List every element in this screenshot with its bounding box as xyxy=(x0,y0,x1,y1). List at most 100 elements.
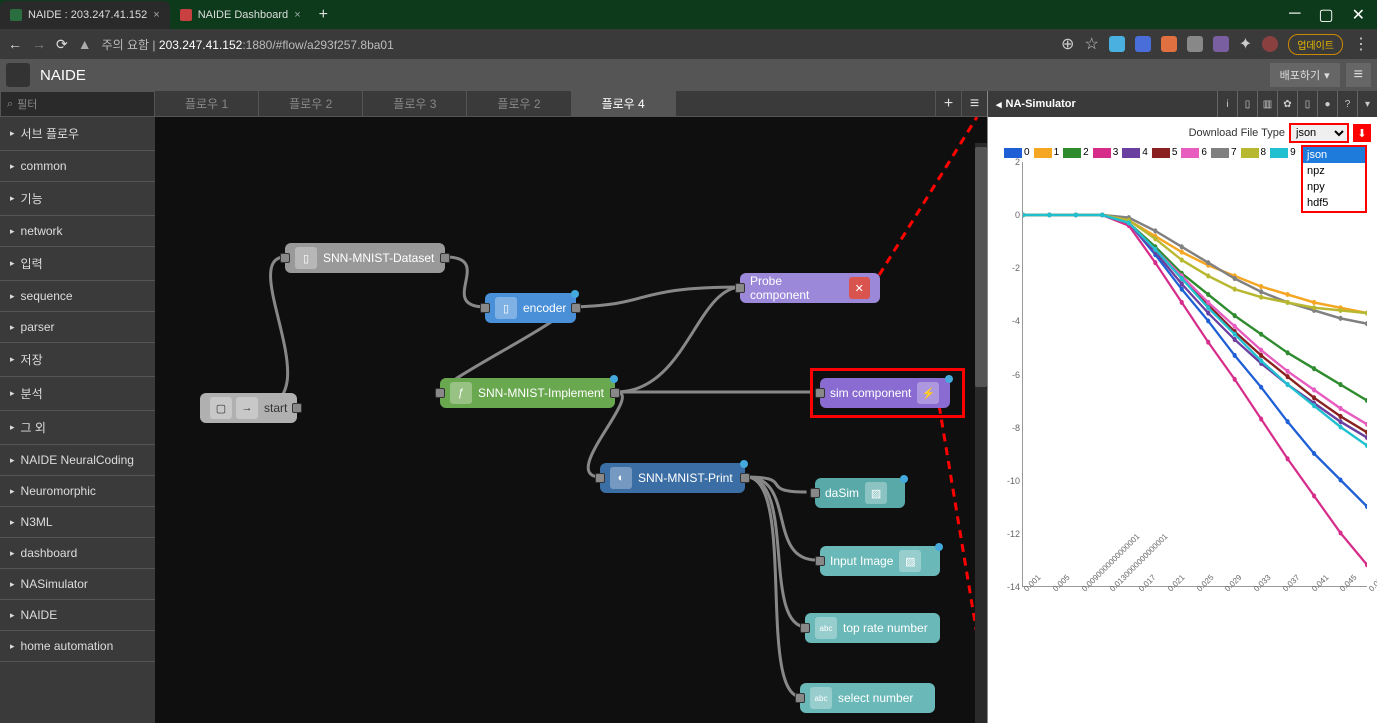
favicon xyxy=(10,9,22,21)
gear-button[interactable]: ✿ xyxy=(1277,91,1297,117)
palette-item-7[interactable]: ▸저장 xyxy=(0,343,155,377)
legend-item-3[interactable]: 3 xyxy=(1093,147,1119,158)
palette-item-12[interactable]: ▸N3ML xyxy=(0,507,155,538)
palette-item-15[interactable]: ▸NAIDE xyxy=(0,600,155,631)
palette-item-0[interactable]: ▸서브 플로우 xyxy=(0,117,155,151)
flow-tab-0[interactable]: 플로우 1 xyxy=(155,91,259,116)
reload-button[interactable]: ⟳ xyxy=(56,36,68,53)
legend-item-2[interactable]: 2 xyxy=(1063,147,1089,158)
chevron-icon[interactable]: ◂ xyxy=(996,98,1002,111)
node-print[interactable]: ◐ SNN-MNIST-Print xyxy=(600,463,745,493)
chevron-right-icon: ▸ xyxy=(10,422,15,433)
palette-item-9[interactable]: ▸그 외 xyxy=(0,411,155,445)
node-input-image[interactable]: Input Image ▨ xyxy=(820,546,940,576)
legend-item-6[interactable]: 6 xyxy=(1181,147,1207,158)
legend-item-7[interactable]: 7 xyxy=(1211,147,1237,158)
palette-item-4[interactable]: ▸입력 xyxy=(0,247,155,281)
add-flow-button[interactable]: + xyxy=(935,91,961,116)
flow-workspace[interactable]: 플로우 1플로우 2플로우 3플로우 2플로우 4 + ≡ xyxy=(155,91,987,723)
palette-item-13[interactable]: ▸dashboard xyxy=(0,538,155,569)
ext-icon-2[interactable] xyxy=(1135,36,1151,52)
insecure-icon[interactable]: ▲ xyxy=(78,36,92,52)
maximize-icon[interactable]: ▢ xyxy=(1318,5,1333,25)
node-dataset[interactable]: ▯ SNN-MNIST-Dataset xyxy=(285,243,445,273)
update-button[interactable]: 업데이트 xyxy=(1288,34,1343,55)
ext-icon-1[interactable] xyxy=(1109,36,1125,52)
flow-tab-4[interactable]: 플로우 4 xyxy=(572,91,676,116)
profile-icon[interactable] xyxy=(1262,36,1278,52)
menu-button[interactable]: ≡ xyxy=(1346,63,1371,87)
canvas-scrollbar[interactable] xyxy=(975,143,987,723)
browser-tab-0[interactable]: NAIDE : 203.247.41.152 × xyxy=(0,1,170,29)
close-icon[interactable]: × xyxy=(153,9,159,21)
filter-input[interactable]: ⌕ 필터 xyxy=(0,91,155,117)
palette-item-10[interactable]: ▸NAIDE NeuralCoding xyxy=(0,445,155,476)
ext-icon-3[interactable] xyxy=(1161,36,1177,52)
node-probe[interactable]: Probe component ✕ xyxy=(740,273,880,303)
ext-icon-5[interactable] xyxy=(1213,36,1229,52)
browser-chrome: NAIDE : 203.247.41.152 × NAIDE Dashboard… xyxy=(0,0,1377,59)
legend-item-9[interactable]: 9 xyxy=(1270,147,1296,158)
right-panel-header: ◂ NA-Simulator i ▯ ▥ ✿ ▯ ● ? ▾ xyxy=(988,91,1377,117)
trash-button[interactable]: ▯ xyxy=(1297,91,1317,117)
node-start[interactable]: ▢ → start xyxy=(200,393,297,423)
forward-button[interactable]: → xyxy=(32,36,46,52)
palette-item-11[interactable]: ▸Neuromorphic xyxy=(0,476,155,507)
download-button[interactable]: ⬇ xyxy=(1353,124,1371,142)
flow-canvas[interactable]: ▢ → start ▯ SNN-MNIST-Dataset ▯ encoder … xyxy=(155,117,987,723)
star-icon[interactable]: ☆ xyxy=(1084,34,1098,54)
option-json[interactable]: json xyxy=(1303,147,1365,163)
right-panel-body: Download File Type json ⬇ json npz npy h… xyxy=(988,117,1377,723)
info-button[interactable]: i xyxy=(1217,91,1237,117)
close-icon[interactable]: × xyxy=(294,9,300,21)
deploy-button[interactable]: 배포하기 ▾ xyxy=(1270,63,1340,87)
node-select-number[interactable]: abc select number xyxy=(800,683,935,713)
flow-tab-3[interactable]: 플로우 2 xyxy=(467,91,571,116)
file-icon: ▯ xyxy=(495,297,517,319)
node-top-rate[interactable]: abc top rate number xyxy=(805,613,940,643)
menu-icon[interactable]: ⋮ xyxy=(1353,34,1369,54)
option-npy[interactable]: npy xyxy=(1303,179,1365,195)
extensions-icon[interactable]: ✦ xyxy=(1239,34,1252,54)
y-tick: -6 xyxy=(1012,370,1020,380)
node-dasim[interactable]: daSim ▨ xyxy=(815,478,905,508)
download-type-select[interactable]: json xyxy=(1289,123,1349,143)
close-icon[interactable]: ✕ xyxy=(1352,5,1365,25)
palette-item-14[interactable]: ▸NASimulator xyxy=(0,569,155,600)
legend-item-8[interactable]: 8 xyxy=(1241,147,1267,158)
question-button[interactable]: ? xyxy=(1337,91,1357,117)
option-npz[interactable]: npz xyxy=(1303,163,1365,179)
legend-item-4[interactable]: 4 xyxy=(1122,147,1148,158)
back-button[interactable]: ← xyxy=(8,36,22,52)
palette-item-2[interactable]: ▸기능 xyxy=(0,182,155,216)
comment-button[interactable]: ● xyxy=(1317,91,1337,117)
x-tick: 0.05 xyxy=(1367,576,1377,593)
legend-item-5[interactable]: 5 xyxy=(1152,147,1178,158)
new-tab-button[interactable]: + xyxy=(311,6,336,24)
palette-item-16[interactable]: ▸home automation xyxy=(0,631,155,662)
flow-tab-1[interactable]: 플로우 2 xyxy=(259,91,363,116)
node-sim[interactable]: sim component ⚡ xyxy=(820,378,950,408)
legend-item-1[interactable]: 1 xyxy=(1034,147,1060,158)
series-line-9 xyxy=(1023,215,1367,446)
palette-item-3[interactable]: ▸network xyxy=(0,216,155,247)
translate-icon[interactable]: ⊕ xyxy=(1061,34,1074,54)
node-implement[interactable]: ƒ SNN-MNIST-Implement xyxy=(440,378,615,408)
chart-button[interactable]: ▥ xyxy=(1257,91,1277,117)
probe-icon: ✕ xyxy=(849,277,870,299)
url-display[interactable]: 주의 요함 | 203.247.41.152:1880/#flow/a293f2… xyxy=(102,36,394,53)
palette-item-6[interactable]: ▸parser xyxy=(0,312,155,343)
flow-list-button[interactable]: ≡ xyxy=(961,91,987,116)
help-button[interactable]: ▯ xyxy=(1237,91,1257,117)
chevron-right-icon: ▸ xyxy=(10,322,15,333)
node-encoder[interactable]: ▯ encoder xyxy=(485,293,576,323)
option-hdf5[interactable]: hdf5 xyxy=(1303,195,1365,211)
flow-tab-2[interactable]: 플로우 3 xyxy=(363,91,467,116)
ext-icon-4[interactable] xyxy=(1187,36,1203,52)
palette-item-8[interactable]: ▸분석 xyxy=(0,377,155,411)
palette-item-5[interactable]: ▸sequence xyxy=(0,281,155,312)
minimize-icon[interactable]: ─ xyxy=(1289,5,1300,25)
dropdown-button[interactable]: ▾ xyxy=(1357,91,1377,117)
palette-item-1[interactable]: ▸common xyxy=(0,151,155,182)
browser-tab-1[interactable]: NAIDE Dashboard × xyxy=(170,1,311,29)
